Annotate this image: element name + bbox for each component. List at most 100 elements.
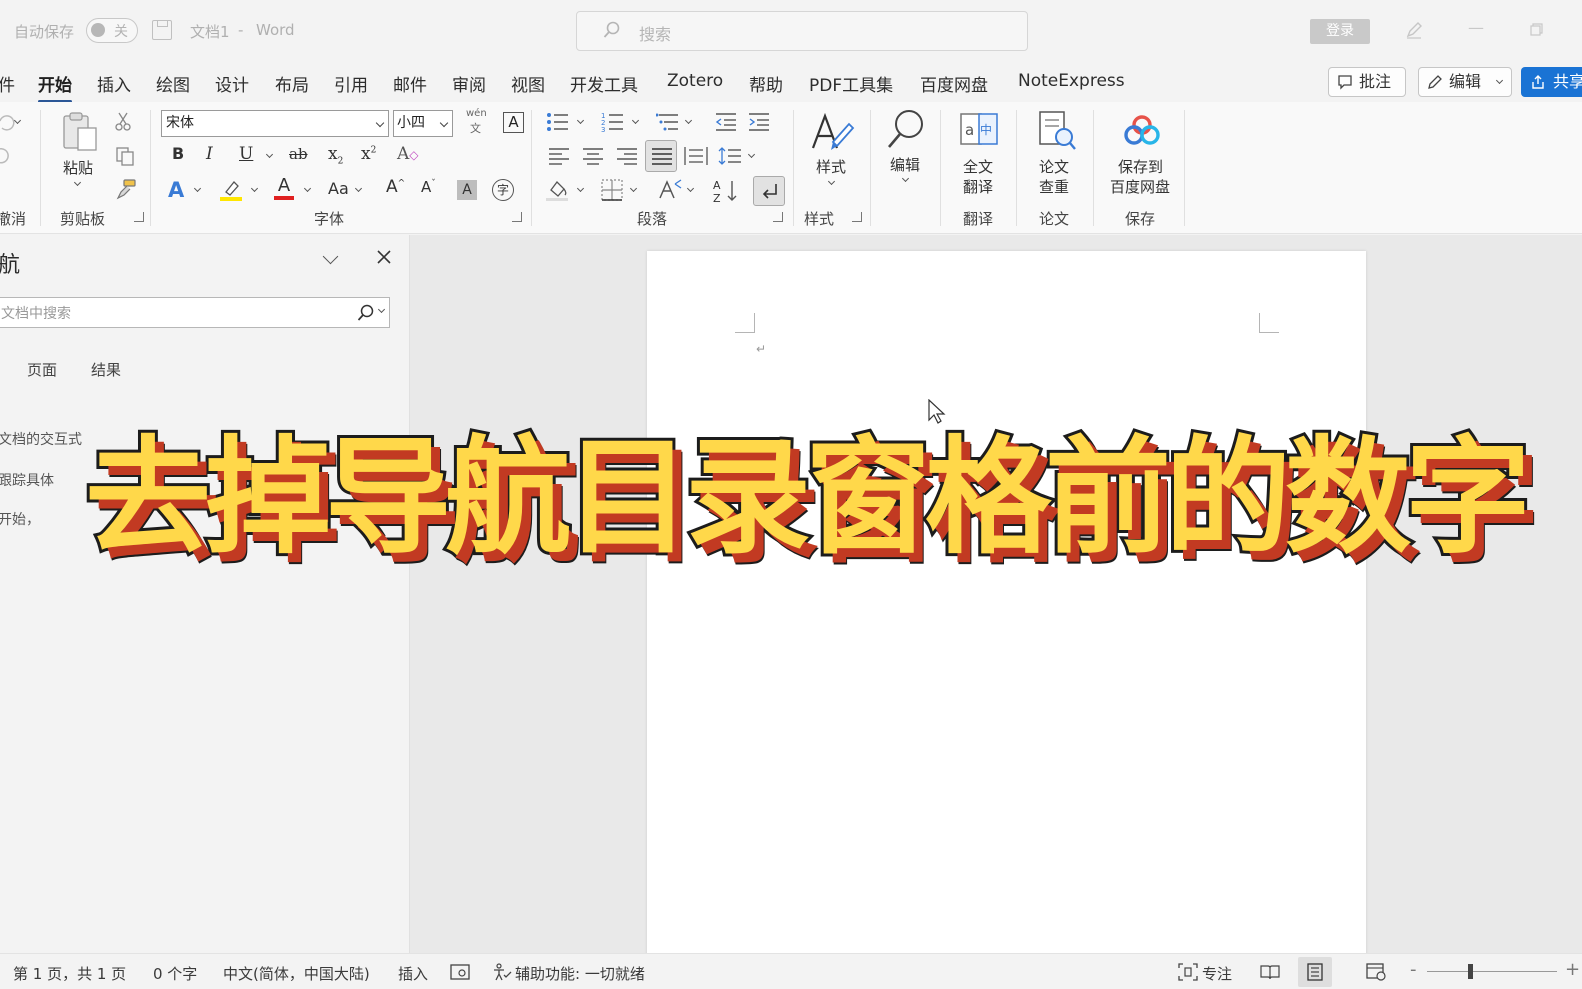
italic-icon[interactable]: I <box>206 144 213 164</box>
tab-help[interactable]: 帮助 <box>749 71 783 96</box>
chinese-layout-icon[interactable] <box>657 178 683 202</box>
paper-check-icon[interactable] <box>1037 110 1077 152</box>
strikethrough-icon[interactable]: ab <box>289 145 308 163</box>
translate-icon[interactable]: a中 <box>958 110 1000 152</box>
read-mode-icon[interactable] <box>1260 964 1280 980</box>
undo-icon[interactable] <box>0 112 18 134</box>
status-page[interactable]: 第 1 页，共 1 页 <box>13 963 126 984</box>
underline-icon[interactable]: U <box>239 144 253 164</box>
highlight-icon[interactable] <box>220 178 242 202</box>
tab-draw[interactable]: 绘图 <box>156 71 190 96</box>
distributed-icon[interactable] <box>684 146 708 166</box>
print-layout-button[interactable] <box>1298 957 1332 987</box>
status-language[interactable]: 中文(简体，中国大陆) <box>223 963 370 984</box>
line-spacing-icon[interactable] <box>718 146 742 166</box>
cut-icon[interactable] <box>114 112 132 132</box>
minimize-icon[interactable]: — <box>1468 18 1484 37</box>
tab-design[interactable]: 设计 <box>215 71 249 96</box>
text-effects-icon[interactable]: A <box>168 178 184 202</box>
char-border-icon[interactable]: A <box>503 112 524 133</box>
char-shading-icon[interactable]: A <box>457 180 477 200</box>
justify-button[interactable] <box>645 140 677 172</box>
focus-icon[interactable] <box>1178 963 1198 981</box>
nav-tab-pages[interactable]: 页面 <box>27 359 57 380</box>
nav-search-input[interactable]: 文档中搜索 <box>0 297 390 328</box>
zoom-out-icon[interactable]: - <box>1410 959 1417 980</box>
tab-insert[interactable]: 插入 <box>97 71 131 96</box>
accessibility-icon[interactable] <box>492 963 512 981</box>
font-size-combo[interactable]: 小四 <box>393 110 453 137</box>
align-left-icon[interactable] <box>548 147 570 165</box>
styles-launcher-icon[interactable] <box>852 212 862 222</box>
enclose-char-icon[interactable]: 字 <box>492 179 514 201</box>
align-right-icon[interactable] <box>616 147 638 165</box>
tab-file[interactable]: 件 <box>0 71 15 96</box>
decrease-indent-icon[interactable] <box>714 112 738 132</box>
numbering-icon[interactable]: 123 <box>601 112 625 132</box>
show-marks-button[interactable] <box>753 176 785 206</box>
save-group-label: 保存 <box>1125 210 1156 228</box>
sort-icon[interactable]: AZ <box>713 178 739 204</box>
paste-icon[interactable] <box>60 110 102 154</box>
multilevel-list-icon[interactable] <box>656 112 680 132</box>
tab-developer[interactable]: 开发工具 <box>570 71 638 96</box>
font-launcher-icon[interactable] <box>512 212 522 222</box>
edit-mode-button[interactable]: 编辑 <box>1418 67 1512 97</box>
save-icon[interactable] <box>152 20 172 40</box>
styles-icon[interactable] <box>809 110 855 154</box>
tab-references[interactable]: 引用 <box>334 71 368 96</box>
chevron-down-icon[interactable] <box>322 248 339 265</box>
status-accessibility[interactable]: 辅助功能: 一切就绪 <box>515 963 645 984</box>
close-icon[interactable] <box>377 250 391 264</box>
font-name-combo[interactable]: 宋体 <box>161 110 389 137</box>
tab-pdf-tools[interactable]: PDF工具集 <box>809 71 893 96</box>
status-focus[interactable]: 专注 <box>1202 963 1232 984</box>
tab-mailings[interactable]: 邮件 <box>393 71 427 96</box>
bold-icon[interactable]: B <box>172 144 184 163</box>
document-page[interactable]: ↵ <box>647 251 1366 961</box>
tab-noteexpress[interactable]: NoteExpress <box>1018 71 1125 91</box>
borders-icon[interactable] <box>601 179 623 201</box>
web-layout-icon[interactable] <box>1366 963 1386 981</box>
tab-view[interactable]: 视图 <box>511 71 545 96</box>
macro-record-icon[interactable] <box>450 964 470 980</box>
tab-zotero[interactable]: Zotero <box>667 71 723 91</box>
paragraph-launcher-icon[interactable] <box>773 212 783 222</box>
restore-icon[interactable] <box>1530 23 1543 36</box>
tab-review[interactable]: 审阅 <box>452 71 486 96</box>
font-color-icon[interactable]: A <box>274 176 294 200</box>
status-insert-mode[interactable]: 插入 <box>398 963 428 984</box>
status-words[interactable]: 0 个字 <box>153 963 197 984</box>
redo-icon[interactable] <box>0 148 12 166</box>
align-center-icon[interactable] <box>582 147 604 165</box>
shrink-font-icon[interactable]: Aˇ <box>421 178 436 196</box>
tab-home[interactable]: 开始 <box>38 71 72 103</box>
clear-format-icon[interactable]: A◇ <box>397 144 419 164</box>
tab-baidu-netdisk[interactable]: 百度网盘 <box>920 71 988 96</box>
zoom-slider-thumb[interactable] <box>1468 964 1473 979</box>
nav-tab-results[interactable]: 结果 <box>91 359 121 380</box>
zoom-slider-track[interactable] <box>1427 971 1557 972</box>
shading-icon[interactable] <box>546 178 570 202</box>
subscript-icon[interactable]: x2 <box>328 144 343 166</box>
magnifier-icon[interactable] <box>885 108 927 152</box>
autosave-toggle[interactable]: 关 <box>86 18 138 43</box>
baidu-netdisk-icon[interactable] <box>1122 114 1162 146</box>
change-case-icon[interactable]: Aa <box>328 179 349 198</box>
tab-layout[interactable]: 布局 <box>275 71 309 96</box>
login-button[interactable]: 登录 <box>1310 19 1370 44</box>
bullets-icon[interactable] <box>546 112 570 132</box>
comment-button[interactable]: 批注 <box>1328 67 1406 97</box>
clipboard-launcher-icon[interactable] <box>134 212 144 222</box>
superscript-icon[interactable]: x2 <box>361 144 376 164</box>
share-button[interactable]: 共享 <box>1521 67 1582 97</box>
grow-font-icon[interactable]: A^ <box>386 177 405 197</box>
zoom-in-icon[interactable]: + <box>1565 959 1580 980</box>
format-painter-icon[interactable] <box>115 178 137 200</box>
copy-icon[interactable] <box>115 146 135 166</box>
document-area[interactable]: ↵ <box>410 235 1582 961</box>
pen-icon[interactable] <box>1404 20 1424 40</box>
search-icon[interactable] <box>357 304 375 322</box>
search-box[interactable]: 搜索 <box>576 11 1028 51</box>
increase-indent-icon[interactable] <box>747 112 771 132</box>
